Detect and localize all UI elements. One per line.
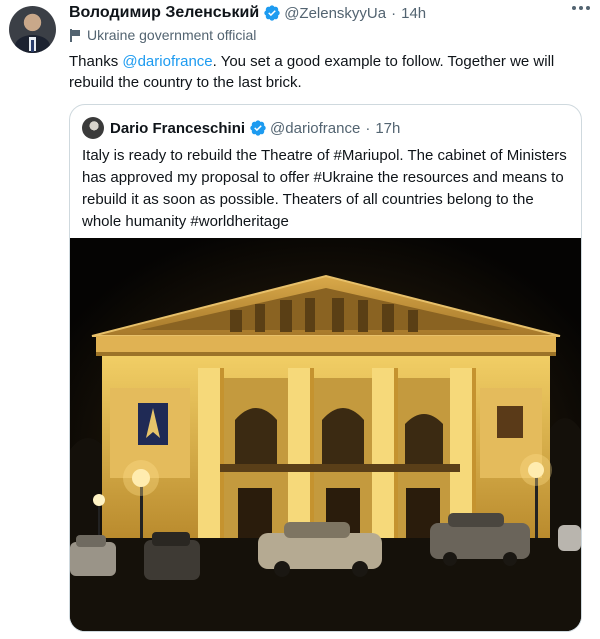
quoted-time: 17h bbox=[375, 119, 401, 137]
quoted-header: Dario Franceschini @dariofrance · 17h bbox=[82, 117, 400, 139]
tweet-time[interactable]: 14h bbox=[401, 5, 426, 22]
quoted-author-handle: @dariofrance bbox=[270, 119, 361, 137]
quoted-text: Italy is ready to rebuild the Theatre of… bbox=[82, 147, 567, 230]
flag-icon bbox=[69, 28, 81, 42]
government-label[interactable]: Ukraine government official bbox=[69, 27, 256, 43]
flag-cloth bbox=[72, 29, 80, 36]
avatar-tie bbox=[31, 40, 34, 52]
author-handle[interactable]: @ZelenskyyUa bbox=[284, 5, 386, 22]
more-dot bbox=[586, 6, 590, 10]
quoted-tweet[interactable]: Dario Franceschini @dariofrance · 17h It… bbox=[69, 104, 582, 632]
verified-badge-icon bbox=[263, 4, 281, 22]
quoted-author-avatar bbox=[82, 117, 104, 139]
mention-link[interactable]: @dariofrance bbox=[122, 53, 212, 70]
verified-badge-icon bbox=[249, 119, 267, 137]
more-dot bbox=[572, 6, 576, 10]
tweet-text-start: Thanks bbox=[69, 53, 123, 70]
more-options-icon[interactable] bbox=[572, 6, 590, 10]
tweet-header: Володимир Зеленський @ZelenskyyUa · 14h bbox=[69, 2, 426, 24]
author-avatar[interactable] bbox=[9, 6, 56, 53]
theatre-photo[interactable] bbox=[70, 238, 581, 631]
government-label-text: Ukraine government official bbox=[87, 27, 257, 43]
author-name[interactable]: Володимир Зеленський bbox=[69, 4, 259, 22]
quoted-separator: · bbox=[365, 119, 371, 137]
tweet-text: Thanks @dariofrance. You set a good exam… bbox=[69, 51, 569, 93]
more-dot bbox=[579, 6, 583, 10]
quoted-author-name: Dario Franceschini bbox=[110, 119, 246, 137]
header-separator: · bbox=[391, 4, 397, 22]
